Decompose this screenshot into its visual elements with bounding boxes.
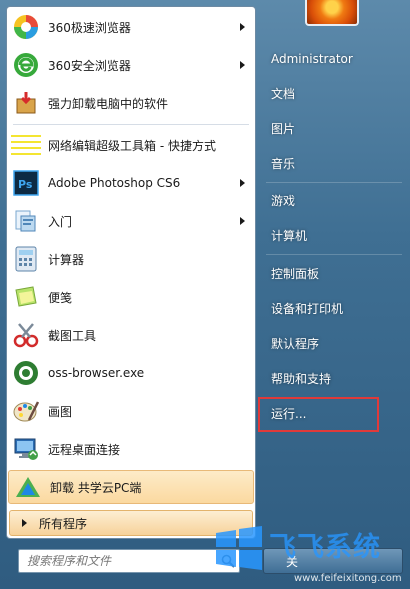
user-name-link[interactable]: Administrator: [262, 45, 402, 73]
sticky-notes-icon: [11, 282, 41, 312]
program-label: 画图: [48, 404, 73, 419]
documents-link[interactable]: 文档: [262, 80, 402, 108]
360-speed-browser-icon: [11, 12, 41, 42]
submenu-arrow-icon: [240, 61, 245, 69]
program-item-uninstaller[interactable]: 强力卸载电脑中的软件: [7, 85, 255, 121]
program-label: Adobe Photoshop CS6: [48, 176, 181, 190]
program-label: 卸载 共学云PC端: [50, 480, 142, 495]
default-programs-link[interactable]: 默认程序: [262, 330, 402, 358]
program-label: 入门: [48, 214, 73, 229]
search-box[interactable]: [18, 549, 240, 573]
program-label: oss-browser.exe: [48, 366, 145, 380]
user-avatar[interactable]: [305, 0, 359, 26]
paint-icon: [11, 396, 41, 426]
program-label: 360安全浏览器: [48, 58, 131, 73]
photoshop-icon: Ps: [11, 168, 41, 198]
pictures-link[interactable]: 图片: [262, 115, 402, 143]
gongxueyun-icon: [13, 472, 43, 502]
snipping-tool-icon: [11, 320, 41, 350]
program-item-snipping-tool[interactable]: 截图工具: [7, 317, 255, 353]
program-label: 便笺: [48, 290, 73, 305]
program-item-360-speed-browser[interactable]: 360极速浏览器: [7, 9, 255, 45]
programs-pane: 360极速浏览器 360安全浏览器 强力卸载电脑中的软件 网络编辑超级工具箱 -…: [6, 6, 256, 539]
submenu-arrow-icon: [240, 23, 245, 31]
search-input[interactable]: [19, 550, 223, 572]
program-label: 远程桌面连接: [48, 442, 121, 457]
arrow-right-icon: [22, 519, 27, 527]
notepad-icon: [11, 130, 41, 160]
control-panel-link[interactable]: 控制面板: [262, 260, 402, 288]
watermark-url: www.feifeixitong.com: [294, 573, 402, 584]
program-item-getting-started[interactable]: 入门: [7, 203, 255, 239]
all-programs-label: 所有程序: [39, 516, 88, 531]
windows-logo-icon: [216, 526, 262, 570]
run-highlight-box: [258, 397, 379, 432]
start-menu: 360极速浏览器 360安全浏览器 强力卸载电脑中的软件 网络编辑超级工具箱 -…: [0, 0, 410, 589]
devices-printers-link[interactable]: 设备和打印机: [262, 295, 402, 323]
getting-started-icon: [11, 206, 41, 236]
games-link[interactable]: 游戏: [262, 187, 402, 215]
calculator-icon: [11, 244, 41, 274]
program-item-photoshop[interactable]: Ps Adobe Photoshop CS6: [7, 165, 255, 201]
program-item-oss-browser[interactable]: oss-browser.exe: [7, 355, 255, 391]
360-secure-browser-icon: [11, 50, 41, 80]
program-item-360-secure-browser[interactable]: 360安全浏览器: [7, 47, 255, 83]
program-item-sticky-notes[interactable]: 便笺: [7, 279, 255, 315]
program-item-paint[interactable]: 画图: [7, 393, 255, 429]
program-label: 计算器: [48, 252, 85, 267]
watermark: 飞飞系统 www.feifeixitong.com: [214, 523, 410, 589]
uninstaller-icon: [11, 88, 41, 118]
program-label: 网络编辑超级工具箱 - 快捷方式: [48, 138, 216, 153]
divider: [266, 182, 402, 183]
divider: [13, 124, 249, 125]
divider: [266, 254, 402, 255]
program-item-uninstall-gongxueyun[interactable]: 卸载 共学云PC端: [8, 470, 254, 504]
submenu-arrow-icon: [240, 217, 245, 225]
help-support-link[interactable]: 帮助和支持: [262, 365, 402, 393]
program-item-network-toolbox[interactable]: 网络编辑超级工具箱 - 快捷方式: [7, 127, 255, 163]
svg-text:Ps: Ps: [18, 178, 33, 191]
computer-link[interactable]: 计算机: [262, 222, 402, 250]
oss-browser-icon: [11, 358, 41, 388]
music-link[interactable]: 音乐: [262, 150, 402, 178]
remote-desktop-icon: [11, 434, 41, 464]
program-label: 360极速浏览器: [48, 20, 131, 35]
watermark-text: 飞飞系统: [269, 532, 381, 563]
submenu-arrow-icon: [240, 179, 245, 187]
program-item-remote-desktop[interactable]: 远程桌面连接: [7, 431, 255, 467]
program-label: 截图工具: [48, 328, 97, 343]
program-item-calculator[interactable]: 计算器: [7, 241, 255, 277]
program-label: 强力卸载电脑中的软件: [48, 96, 169, 111]
